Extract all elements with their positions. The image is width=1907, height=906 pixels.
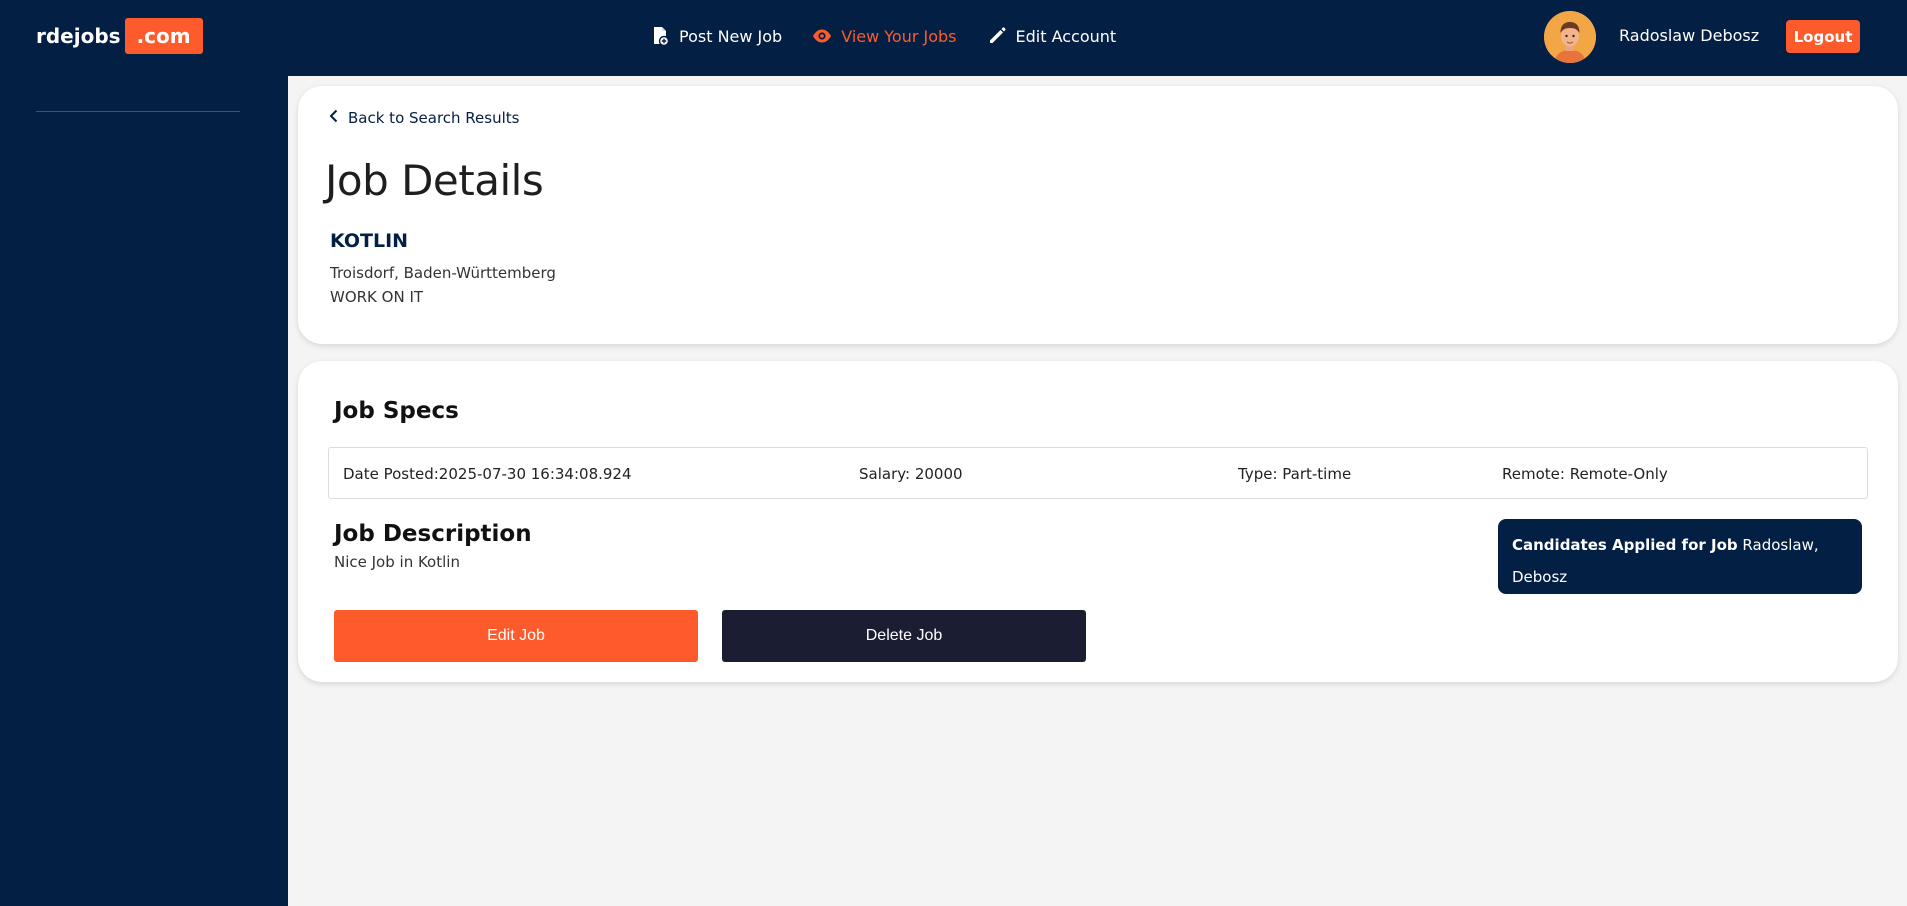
sidebar [0, 76, 288, 906]
job-specs-card: Job Specs Date Posted:2025-07-30 16:34:0… [298, 361, 1898, 682]
chevron-left-icon [328, 109, 340, 127]
nav-post-new-job[interactable]: Post New Job [650, 26, 782, 46]
job-location: Troisdorf, Baden-Württemberg [330, 264, 556, 282]
spec-remote: Remote: Remote-Only [1502, 465, 1668, 483]
spec-salary: Salary: 20000 [859, 465, 963, 483]
edit-job-button[interactable]: Edit Job [334, 610, 698, 662]
main-nav: Post New Job View Your Jobs Edit Account [650, 24, 1116, 48]
description-title: Job Description [334, 521, 532, 547]
logout-button[interactable]: Logout [1786, 20, 1860, 53]
nav-label: Post New Job [679, 26, 783, 46]
nav-label: Edit Account [1015, 26, 1117, 46]
back-link-label: Back to Search Results [348, 109, 520, 127]
avatar[interactable] [1544, 11, 1596, 63]
user-name[interactable]: Radoslaw Debosz [1619, 26, 1759, 45]
logo-text: rdejobs [36, 24, 121, 48]
file-plus-icon [650, 26, 670, 46]
page-title: Job Details [325, 156, 544, 205]
nav-view-your-jobs[interactable]: View Your Jobs [812, 26, 957, 46]
pencil-icon [987, 26, 1007, 46]
spec-type: Type: Part-time [1238, 465, 1352, 483]
nav-edit-account[interactable]: Edit Account [987, 26, 1117, 46]
top-navbar: rdejobs .com Post New Job View Your Jobs… [0, 0, 1907, 76]
eye-icon [812, 26, 832, 46]
candidates-label: Candidates Applied for Job [1512, 536, 1738, 554]
specs-title: Job Specs [334, 398, 459, 424]
job-title: KOTLIN [330, 230, 409, 252]
sidebar-divider [36, 111, 240, 112]
job-details-card: Back to Search Results Job Details KOTLI… [298, 86, 1898, 344]
job-company: WORK ON IT [330, 288, 424, 306]
specs-table: Date Posted:2025-07-30 16:34:08.924 Sala… [328, 447, 1868, 499]
nav-label: View Your Jobs [841, 26, 957, 46]
description-text: Nice Job in Kotlin [334, 553, 460, 571]
spec-date-posted: Date Posted:2025-07-30 16:34:08.924 [343, 465, 632, 483]
delete-job-button[interactable]: Delete Job [722, 610, 1086, 662]
site-logo[interactable]: rdejobs .com [36, 18, 203, 54]
back-to-search-link[interactable]: Back to Search Results [328, 108, 519, 128]
logo-badge: .com [124, 18, 203, 54]
candidates-panel: Candidates Applied for Job Radoslaw, Deb… [1498, 519, 1862, 594]
